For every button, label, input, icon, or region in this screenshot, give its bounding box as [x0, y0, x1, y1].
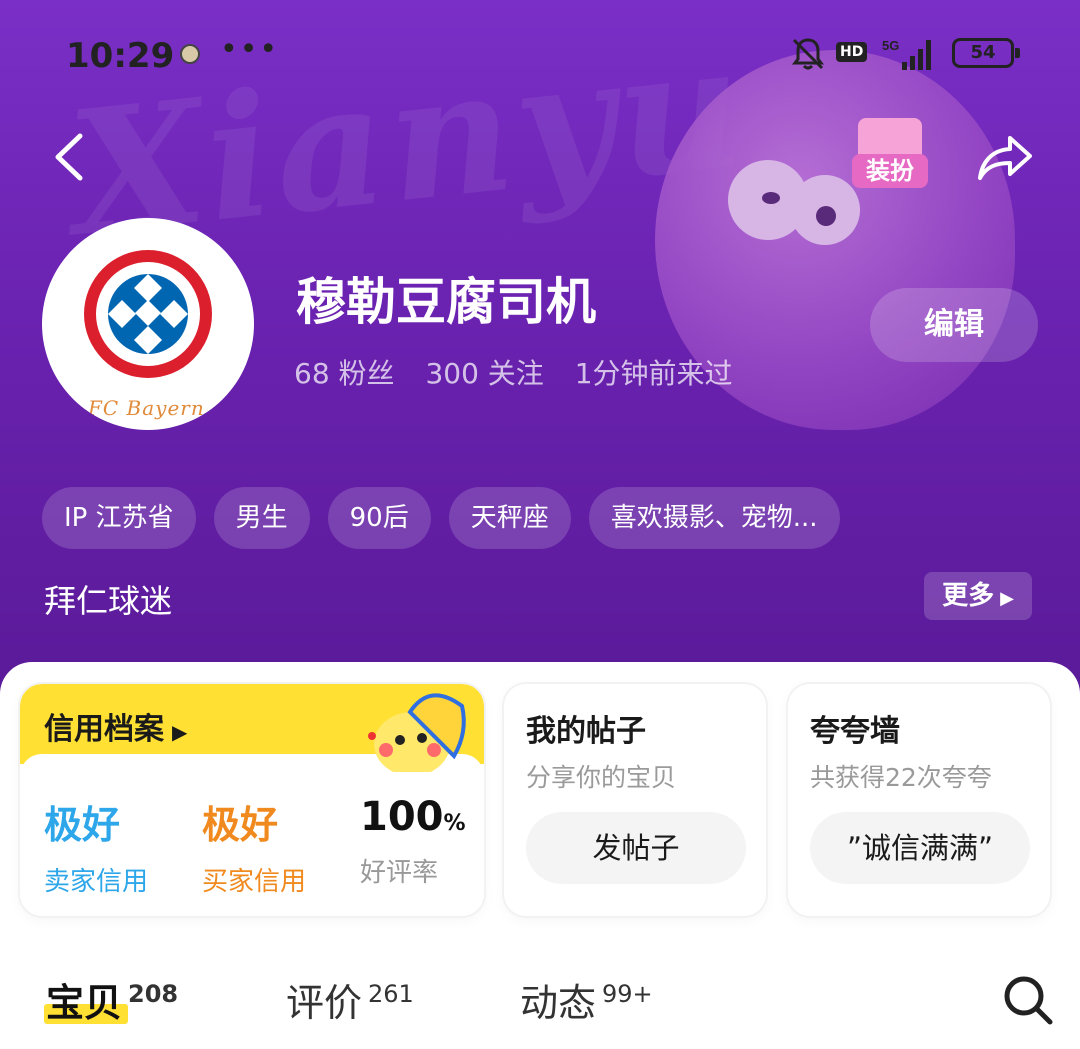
- seller-credit: 极好 卖家信用: [44, 794, 148, 898]
- tab-activity-label: 动态: [520, 981, 597, 1025]
- credit-title[interactable]: 信用档案 ▶: [44, 704, 187, 748]
- hd-badge: HD: [836, 42, 868, 62]
- posts-subtitle: 分享你的宝贝: [526, 763, 677, 792]
- more-label: 更多: [942, 581, 995, 611]
- share-icon[interactable]: [976, 132, 1034, 182]
- content-tabs: 宝贝 208 评价 261 动态 99+: [0, 960, 1080, 1049]
- tab-activity[interactable]: 动态 99+: [520, 972, 653, 1027]
- seller-credit-label: 卖家信用: [44, 867, 149, 897]
- credit-title-label: 信用档案: [44, 712, 164, 747]
- bio: 拜仁球迷: [44, 582, 173, 620]
- positive-rate-value: 100%: [360, 794, 466, 840]
- tab-items-count: 208: [128, 980, 179, 1008]
- network-label: 5G: [882, 38, 899, 53]
- tab-reviews-label: 评价: [286, 981, 363, 1025]
- tshirt-icon: [858, 118, 922, 158]
- tag-zodiac[interactable]: 天秤座: [448, 487, 571, 549]
- dressup-button[interactable]: 装扮: [850, 118, 930, 192]
- tag-hobbies[interactable]: 喜欢摄影、宠物...: [588, 487, 840, 549]
- posts-title: 我的帖子: [526, 714, 646, 749]
- search-icon[interactable]: [1002, 974, 1054, 1026]
- edit-button[interactable]: 编辑: [870, 288, 1038, 362]
- profile-stats: 68 粉丝 300 关注 1分钟前来过: [294, 352, 755, 392]
- status-time: 10:29: [66, 36, 175, 76]
- praise-tag-button[interactable]: ”诚信满满”: [810, 812, 1030, 884]
- following-count[interactable]: 300 关注: [425, 357, 543, 390]
- tab-reviews-count: 261: [368, 980, 414, 1008]
- buyer-credit: 极好 买家信用: [202, 794, 306, 898]
- dressup-label: 装扮: [852, 154, 928, 188]
- profile-tags: IP 江苏省 男生 90后 天秤座 喜欢摄影、宠物...: [42, 487, 858, 549]
- nickname: 穆勒豆腐司机: [296, 273, 596, 331]
- more-notifications-icon: •••: [220, 32, 280, 67]
- tag-ip[interactable]: IP 江苏省: [42, 487, 196, 549]
- buyer-credit-label: 买家信用: [202, 867, 307, 897]
- praise-subtitle: 共获得22次夸夸: [810, 763, 992, 792]
- praise-wall-card[interactable]: 夸夸墙 共获得22次夸夸 ”诚信满满”: [788, 684, 1050, 916]
- positive-rate: 100% 好评率: [360, 794, 466, 889]
- last-seen: 1分钟前来过: [574, 357, 733, 390]
- bell-off-icon: [792, 38, 824, 70]
- fc-bayern-logo: [84, 250, 212, 378]
- rate-unit: %: [443, 811, 466, 836]
- tag-gender[interactable]: 男生: [213, 487, 310, 549]
- back-icon[interactable]: [48, 130, 92, 184]
- create-post-button[interactable]: 发帖子: [526, 812, 746, 884]
- my-posts-card[interactable]: 我的帖子 分享你的宝贝 发帖子: [504, 684, 766, 916]
- tag-age[interactable]: 90后: [327, 487, 431, 549]
- buyer-credit-value: 极好: [202, 803, 279, 847]
- tab-reviews[interactable]: 评价 261: [286, 972, 414, 1027]
- tab-activity-count: 99+: [602, 980, 653, 1008]
- notification-icon: [180, 44, 200, 64]
- signal-icon: 5G: [882, 38, 931, 70]
- mascot-pupil: [816, 206, 836, 226]
- mascot-wink: [762, 192, 780, 204]
- fans-count[interactable]: 68 粉丝: [294, 357, 395, 390]
- praise-title: 夸夸墙: [810, 714, 900, 749]
- play-arrow-icon: ▶: [172, 720, 188, 744]
- battery-indicator: 54: [952, 38, 1020, 68]
- avatar-caption: FC Bayern: [88, 396, 205, 420]
- positive-rate-label: 好评率: [360, 858, 439, 888]
- credit-card[interactable]: 信用档案 ▶ 极好 卖家信用 极好 买家信用 100% 好评率: [20, 684, 484, 916]
- more-button[interactable]: 更多 ▶: [924, 572, 1032, 620]
- rate-number: 100: [360, 794, 444, 840]
- status-bar: 10:29 ••• HD 5G 54: [0, 28, 1080, 84]
- tab-items-label: 宝贝: [46, 981, 123, 1025]
- avatar[interactable]: FC Bayern: [42, 218, 254, 430]
- fish-mascot-icon: [368, 693, 466, 772]
- seller-credit-value: 极好: [44, 803, 121, 847]
- tab-items[interactable]: 宝贝 208: [46, 972, 178, 1027]
- play-arrow-icon: ▶: [1000, 588, 1014, 609]
